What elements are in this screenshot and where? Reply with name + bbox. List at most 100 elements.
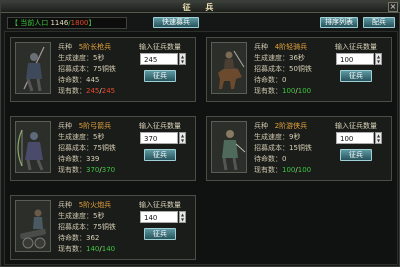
pending-label: 待命数： (58, 76, 86, 84)
owned-max: 100 (297, 166, 312, 174)
pending-value: 445 (86, 76, 100, 84)
type-label: 兵种 (58, 43, 72, 51)
quantity-spinner[interactable]: ▲ ▼ (375, 53, 382, 65)
sort-list-button[interactable]: 排序列表 (320, 17, 358, 28)
equip-troops-button[interactable]: 配兵 (363, 17, 395, 28)
population-current: 1146 (50, 19, 69, 27)
quantity-spinner[interactable]: ▲ ▼ (179, 53, 186, 65)
quantity-spinner[interactable]: ▲ ▼ (179, 132, 186, 144)
input-label: 输入征兵数量 (139, 122, 181, 130)
owned-label: 现有数： (58, 245, 86, 253)
unit-stats: 兵种 5阶长枪兵 生成速度：5秒 招募成本：75铜铁 待命数：445 现有数：2… (58, 43, 116, 95)
speed-value: 36秒 (289, 54, 305, 62)
type-label: 兵种 (58, 122, 72, 130)
population-counter: 【 当前人口 1146/1800】 (7, 17, 127, 29)
pending-label: 待命数： (58, 234, 86, 242)
owned-current: 370 (86, 166, 100, 174)
unit-card: 兵种 5阶弓箭兵 生成速度：5秒 招募成本：75铜铁 待命数：339 现有数：3… (10, 116, 196, 181)
speed-label: 生成速度： (58, 54, 93, 62)
recruit-window: 征 兵 × 【 当前人口 1146/1800】 快速募兵 排序列表 配兵 兵种 … (0, 0, 400, 267)
unit-name: 5阶弓箭兵 (78, 122, 112, 130)
recruit-quantity-input[interactable]: 100 (336, 53, 374, 65)
cost-label: 招募成本 (254, 144, 282, 152)
title-bar: 征 兵 × (1, 1, 400, 13)
cost-value: 75铜铁 (93, 223, 116, 231)
pending-value: 362 (86, 234, 100, 242)
unit-name: 2阶游侠兵 (274, 122, 308, 130)
pending-value: 0 (282, 76, 287, 84)
speed-label: 生成速度： (254, 54, 289, 62)
unit-card: 兵种 5阶长枪兵 生成速度：5秒 招募成本：75铜铁 待命数：445 现有数：2… (10, 37, 196, 102)
unit-stats: 兵种 5阶火炮兵 生成速度：5秒 招募成本：75铜铁 待命数：362 现有数：1… (58, 201, 116, 253)
owned-current: 100 (282, 166, 296, 174)
quick-recruit-button[interactable]: 快速募兵 (153, 17, 199, 28)
pending-value: 0 (282, 155, 287, 163)
pending-value: 339 (86, 155, 100, 163)
owned-label: 现有数： (58, 166, 86, 174)
pending-label: 待命数： (58, 155, 86, 163)
recruit-quantity-input[interactable]: 140 (140, 211, 178, 223)
unit-name: 4阶轻骑兵 (274, 43, 308, 51)
input-label: 输入征兵数量 (335, 122, 377, 130)
type-label: 兵种 (58, 201, 72, 209)
recruit-button[interactable]: 征兵 (340, 70, 372, 82)
owned-max: 100 (297, 87, 312, 95)
type-label: 兵种 (254, 43, 268, 51)
unit-card: 兵种 2阶游侠兵 生成速度：9秒 招募成本：15铜铁 待命数：0 现有数：100… (206, 116, 392, 181)
speed-label: 生成速度： (58, 133, 93, 141)
recruit-button[interactable]: 征兵 (144, 70, 176, 82)
cost-value: 75铜铁 (93, 65, 116, 73)
input-label: 输入征兵数量 (139, 43, 181, 51)
cost-value: 15铜铁 (289, 144, 312, 152)
cost-label: 招募成本 (254, 65, 282, 73)
toolbar: 【 当前人口 1146/1800】 快速募兵 排序列表 配兵 (7, 17, 395, 30)
cavalry-portrait (211, 42, 247, 94)
unit-stats: 兵种 2阶游侠兵 生成速度：9秒 招募成本：15铜铁 待命数：0 现有数：100… (254, 122, 312, 174)
quantity-spinner[interactable]: ▲ ▼ (375, 132, 382, 144)
recruit-button[interactable]: 征兵 (144, 228, 176, 240)
recruit-button[interactable]: 征兵 (340, 149, 372, 161)
type-label: 兵种 (254, 122, 268, 130)
unit-stats: 兵种 4阶轻骑兵 生成速度：36秒 招募成本：50铜铁 待命数：0 现有数：10… (254, 43, 312, 95)
population-end: 】 (88, 19, 96, 27)
speed-label: 生成速度： (58, 212, 93, 220)
owned-label: 现有数： (254, 87, 282, 95)
input-label: 输入征兵数量 (335, 43, 377, 51)
owned-current: 100 (282, 87, 296, 95)
unit-card: 兵种 4阶轻骑兵 生成速度：36秒 招募成本：50铜铁 待命数：0 现有数：10… (206, 37, 392, 102)
speed-value: 5秒 (93, 54, 105, 62)
window-title: 征 兵 (182, 2, 220, 12)
owned-max: 140 (101, 245, 116, 253)
cost-value: 50铜铁 (289, 65, 312, 73)
unit-stats: 兵种 5阶弓箭兵 生成速度：5秒 招募成本：75铜铁 待命数：339 现有数：3… (58, 122, 116, 174)
pending-label: 待命数： (254, 155, 282, 163)
cost-label: 招募成本 (58, 144, 86, 152)
archer-portrait (15, 121, 51, 173)
population-label: 【 当前人口 (11, 19, 49, 27)
recruit-quantity-input[interactable]: 370 (140, 132, 178, 144)
unit-name: 5阶长枪兵 (78, 43, 112, 51)
recruit-quantity-input[interactable]: 245 (140, 53, 178, 65)
owned-current: 245 (86, 87, 100, 95)
spearman-portrait (15, 42, 51, 94)
population-max: 1800 (70, 19, 89, 27)
quantity-spinner[interactable]: ▲ ▼ (179, 211, 186, 223)
owned-max: 370 (101, 166, 116, 174)
cost-value: 75铜铁 (93, 144, 116, 152)
pending-label: 待命数： (254, 76, 282, 84)
unit-name: 5阶火炮兵 (78, 201, 112, 209)
speed-label: 生成速度： (254, 133, 289, 141)
speed-value: 9秒 (289, 133, 301, 141)
speed-value: 5秒 (93, 133, 105, 141)
unit-grid: 兵种 5阶长枪兵 生成速度：5秒 招募成本：75铜铁 待命数：445 现有数：2… (4, 31, 398, 265)
cost-label: 招募成本 (58, 223, 86, 231)
owned-max: 245 (101, 87, 116, 95)
recruit-quantity-input[interactable]: 100 (336, 132, 374, 144)
cannon-portrait (15, 200, 51, 252)
ranger-portrait (211, 121, 247, 173)
close-button[interactable]: × (388, 2, 398, 12)
unit-card: 兵种 5阶火炮兵 生成速度：5秒 招募成本：75铜铁 待命数：362 现有数：1… (10, 195, 196, 260)
owned-label: 现有数： (254, 166, 282, 174)
recruit-button[interactable]: 征兵 (144, 149, 176, 161)
cost-label: 招募成本 (58, 65, 86, 73)
